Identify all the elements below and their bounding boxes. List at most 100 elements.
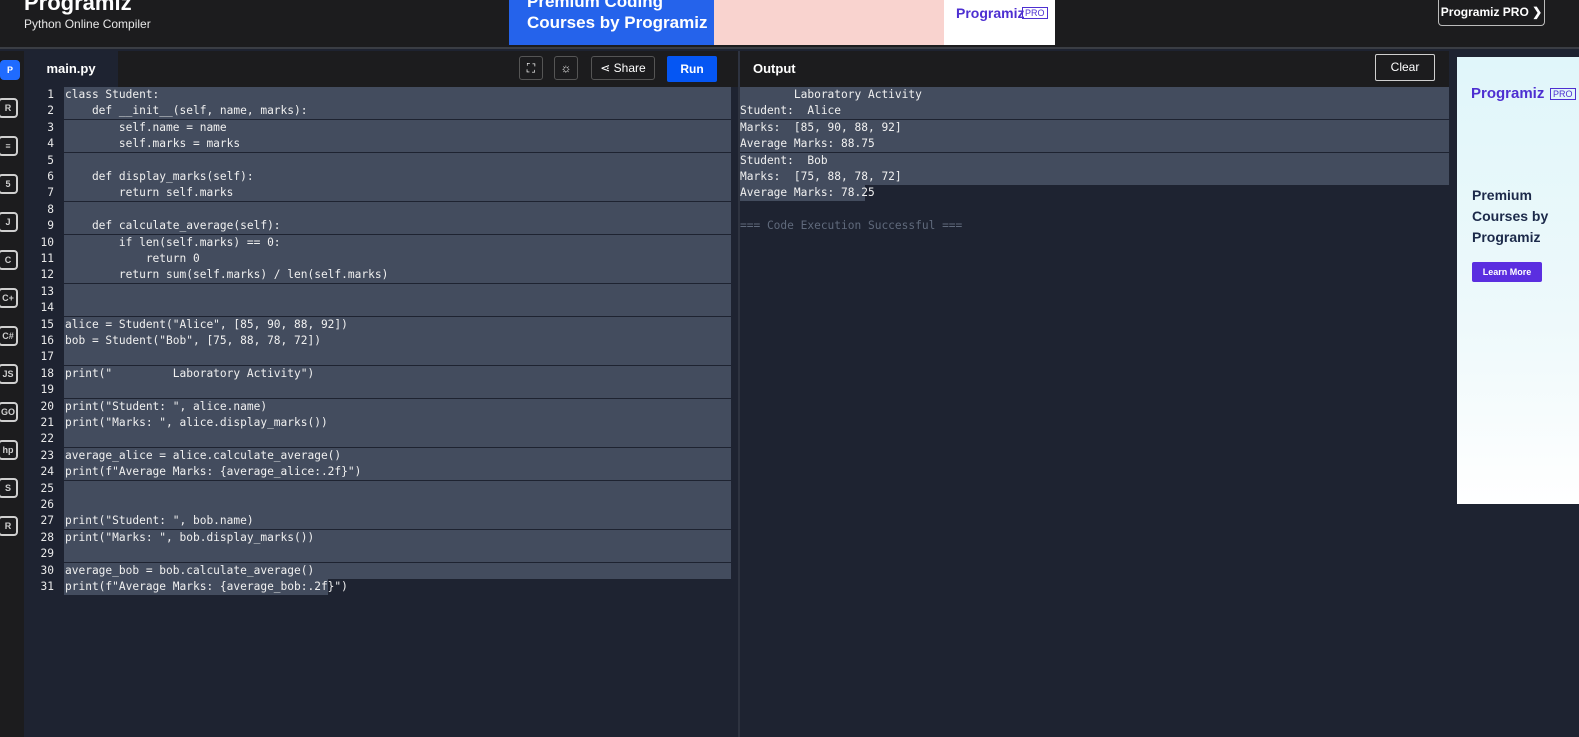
code-line[interactable]: 22 bbox=[24, 431, 738, 448]
go-icon[interactable]: GO bbox=[0, 402, 18, 422]
tab-main-py[interactable]: main.py bbox=[24, 51, 118, 87]
code-line[interactable]: 2 def __init__(self, name, marks): bbox=[24, 103, 738, 120]
code-line[interactable]: 28 print("Marks: ", bob.display_marks()) bbox=[24, 529, 738, 546]
selection-highlight bbox=[64, 382, 731, 399]
programiz-pro-button[interactable]: Programiz PRO ❯ bbox=[1438, 0, 1545, 26]
code-line[interactable]: 27 print("Student: ", bob.name) bbox=[24, 513, 738, 530]
code-line[interactable]: 16 bob = Student("Bob", [75, 88, 78, 72]) bbox=[24, 333, 738, 349]
line-number: 19 bbox=[40, 383, 54, 397]
code-text: return 0 bbox=[65, 252, 200, 265]
code-text: self.name = name bbox=[65, 120, 227, 134]
line-number: 4 bbox=[47, 137, 54, 151]
code-line[interactable]: 21 print("Marks: ", alice.display_marks()… bbox=[24, 415, 738, 431]
code-line[interactable]: 18 print(" Laboratory Activity") bbox=[24, 365, 738, 382]
html-icon[interactable]: 5 bbox=[0, 174, 18, 194]
code-line[interactable]: 23 average_alice = alice.calculate_averag… bbox=[24, 447, 738, 464]
python-icon[interactable]: P bbox=[0, 60, 20, 80]
code-line[interactable]: 14 bbox=[24, 300, 738, 317]
c-icon[interactable]: C bbox=[0, 250, 18, 270]
line-number: 7 bbox=[47, 186, 54, 200]
output-line: Marks: [75, 88, 78, 72] bbox=[740, 169, 1449, 185]
csharp-icon[interactable]: C# bbox=[0, 326, 18, 346]
code-line[interactable]: 19 bbox=[24, 382, 738, 399]
rust-icon[interactable]: R bbox=[0, 516, 18, 536]
code-line[interactable]: 9 def calculate_average(self): bbox=[24, 218, 738, 235]
code-editor-panel: main.py ⛶ ☼ ⋖ Share Run 1 class Student: 2… bbox=[24, 51, 738, 737]
line-number: 6 bbox=[47, 170, 54, 183]
code-line[interactable]: 4 self.marks = marks bbox=[24, 136, 738, 153]
code-line[interactable]: 13 bbox=[24, 283, 738, 300]
code-line[interactable]: 26 bbox=[24, 497, 738, 513]
code-text: if len(self.marks) == 0: bbox=[65, 235, 281, 249]
code-line[interactable]: 20 print("Student: ", alice.name) bbox=[24, 398, 738, 415]
line-number: 15 bbox=[40, 317, 54, 331]
code-line[interactable]: 3 self.name = name bbox=[24, 119, 738, 136]
line-number: 10 bbox=[40, 235, 54, 249]
line-number: 26 bbox=[40, 498, 54, 511]
cpp-icon[interactable]: C+ bbox=[0, 288, 18, 308]
output-line: Laboratory Activity bbox=[740, 87, 1449, 103]
code-line[interactable]: 30 average_bob = bob.calculate_average() bbox=[24, 562, 738, 579]
line-number: 27 bbox=[40, 514, 54, 528]
code-text: def calculate_average(self): bbox=[65, 219, 281, 233]
line-number: 5 bbox=[47, 153, 54, 167]
line-number: 22 bbox=[40, 432, 54, 446]
line-number: 1 bbox=[47, 88, 54, 101]
code-line[interactable]: 5 bbox=[24, 152, 738, 169]
code-text: self.marks = marks bbox=[65, 137, 241, 151]
swift-icon[interactable]: S bbox=[0, 478, 18, 498]
ad-headline: Premium Courses by Programiz bbox=[1472, 187, 1549, 245]
output-header: Output Clear bbox=[740, 51, 1449, 87]
code-line[interactable]: 8 bbox=[24, 201, 738, 218]
line-number: 20 bbox=[40, 399, 54, 413]
code-text: bob = Student("Bob", [75, 88, 78, 72]) bbox=[65, 334, 321, 347]
php-icon[interactable]: hp bbox=[0, 440, 18, 460]
code-line[interactable]: 25 bbox=[24, 480, 738, 497]
code-line[interactable]: 12 return sum(self.marks) / len(self.mar… bbox=[24, 267, 738, 284]
theme-toggle-icon[interactable]: ☼ bbox=[554, 56, 578, 80]
code-line[interactable]: 11 return 0 bbox=[24, 251, 738, 267]
banner-illustration bbox=[714, 0, 944, 45]
line-number: 30 bbox=[40, 563, 54, 577]
ad-pro-badge: PRO bbox=[1550, 88, 1576, 100]
output-line: Student: Alice bbox=[740, 103, 1449, 120]
selection-highlight bbox=[64, 480, 731, 497]
clear-button[interactable]: Clear bbox=[1375, 54, 1435, 81]
code-line[interactable]: 7 return self.marks bbox=[24, 185, 738, 202]
top-bar: Programiz Python Online Compiler Premium… bbox=[0, 0, 1579, 49]
code-line[interactable]: 1 class Student: bbox=[24, 87, 738, 103]
code-text: print("Marks: ", bob.display_marks()) bbox=[65, 530, 315, 544]
r-icon[interactable]: R bbox=[0, 98, 18, 118]
line-number: 12 bbox=[40, 268, 54, 282]
share-button[interactable]: ⋖ Share bbox=[591, 56, 655, 80]
banner-line-1: Premium Coding bbox=[527, 0, 664, 11]
code-line[interactable]: 15 alice = Student("Alice", [85, 90, 88, … bbox=[24, 316, 738, 333]
selection-highlight bbox=[64, 431, 731, 448]
line-number: 23 bbox=[40, 448, 54, 462]
code-text: alice = Student("Alice", [85, 90, 88, 92… bbox=[65, 317, 348, 331]
side-ad-column: Programiz PRO Premium Courses by Program… bbox=[1449, 51, 1579, 737]
output-line: Student: Bob bbox=[740, 152, 1449, 169]
code-line[interactable]: 24 print(f"Average Marks: {average_alice:… bbox=[24, 464, 738, 481]
code-text: def display_marks(self): bbox=[65, 170, 254, 183]
brand-logo[interactable]: Programiz bbox=[24, 0, 132, 16]
side-ad[interactable]: Programiz PRO Premium Courses by Program… bbox=[1457, 57, 1579, 504]
banner-line-2: Courses by Programiz bbox=[527, 13, 708, 32]
code-line[interactable]: 31 print(f"Average Marks: {average_bob:.2… bbox=[24, 579, 738, 595]
selection-highlight bbox=[64, 546, 731, 563]
java-icon[interactable]: J bbox=[0, 212, 18, 232]
line-number: 28 bbox=[40, 530, 54, 544]
js-icon[interactable]: JS bbox=[0, 364, 18, 384]
ad-learn-more-button[interactable]: Learn More bbox=[1472, 262, 1542, 282]
fullscreen-icon[interactable]: ⛶ bbox=[519, 56, 543, 80]
line-number: 25 bbox=[40, 481, 54, 495]
selection-highlight bbox=[64, 87, 731, 103]
code-area[interactable]: 1 class Student: 2 def __init__(self, name… bbox=[24, 87, 738, 737]
run-button[interactable]: Run bbox=[667, 56, 717, 82]
sql-icon[interactable]: ≡ bbox=[0, 136, 18, 156]
promo-banner[interactable]: Premium Coding Courses by Programiz Prog… bbox=[509, 0, 1055, 45]
code-line[interactable]: 17 bbox=[24, 349, 738, 366]
code-line[interactable]: 10 if len(self.marks) == 0: bbox=[24, 234, 738, 251]
code-line[interactable]: 6 def display_marks(self): bbox=[24, 169, 738, 185]
code-line[interactable]: 29 bbox=[24, 546, 738, 563]
